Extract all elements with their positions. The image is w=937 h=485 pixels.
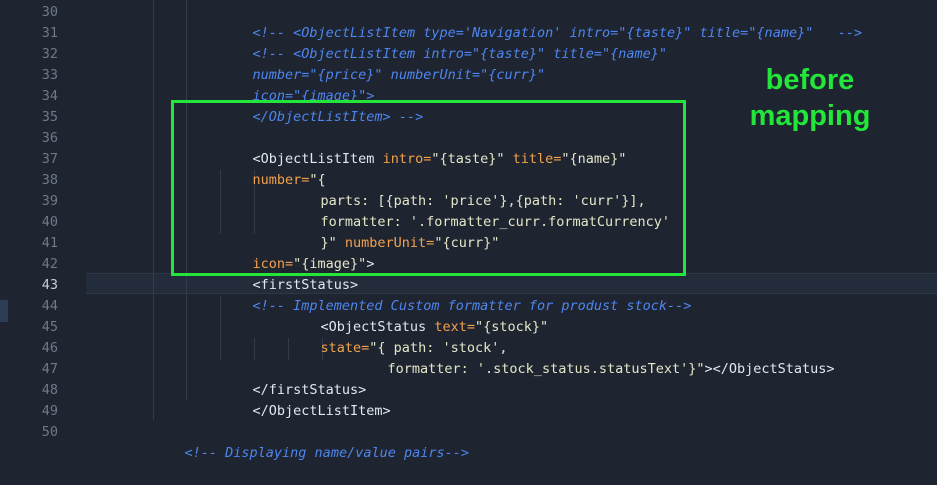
- line-number: 36: [41, 130, 58, 146]
- line-number: 41: [41, 235, 58, 251]
- annotation-line-1: before: [765, 64, 855, 96]
- line-number: 39: [41, 193, 58, 209]
- line-number: 31: [41, 25, 58, 41]
- line-number: 47: [41, 361, 58, 377]
- line-number: 42: [41, 256, 58, 272]
- line-number: 30: [41, 4, 58, 20]
- tag-token: ></ObjectStatus>: [704, 361, 835, 377]
- line-number: 37: [41, 151, 58, 167]
- line-number: 45: [41, 319, 58, 335]
- line-number: 50: [41, 424, 58, 440]
- line-number: 46: [41, 340, 58, 356]
- comment-token: <!-- Displaying name/value pairs-->: [184, 445, 469, 461]
- line-number: 34: [41, 88, 58, 104]
- line-number: 32: [41, 46, 58, 62]
- code-line-45: state="{ path: 'stock',: [288, 317, 508, 356]
- string-token: formatter: '.stock_status.statusText'}": [387, 361, 705, 377]
- code-line-46: formatter: '.stock_status.statusText'}">…: [355, 338, 835, 377]
- line-number: 33: [41, 67, 58, 83]
- code-line-31: <!-- <ObjectListItem intro="{taste}" tit…: [220, 23, 668, 62]
- code-line-48: </ObjectListItem>: [220, 380, 391, 419]
- line-number: 48: [41, 382, 58, 398]
- code-line-47: </firstStatus>: [220, 359, 367, 398]
- highlight-box: [171, 100, 686, 276]
- code-line-33: icon="{image}">: [220, 65, 375, 104]
- code-line-44: <ObjectStatus text="{stock}": [288, 296, 549, 335]
- tag-token: </ObjectListItem>: [252, 403, 391, 419]
- line-number-gutter: 30 31 32 33 34 35 36 37 38 39 40 41 42 4…: [8, 0, 66, 440]
- line-number: 35: [41, 109, 58, 125]
- code-line-43: <!-- Implemented Custom formatter for pr…: [220, 275, 692, 314]
- code-line-50: <!-- Displaying name/value pairs-->: [152, 422, 469, 461]
- annotation-label: before mapping: [735, 62, 885, 134]
- scroll-marker: [0, 300, 8, 322]
- annotation-line-2: mapping: [749, 100, 871, 132]
- code-line-30: <!-- <ObjectListItem type='Navigation' i…: [220, 2, 863, 41]
- line-number: 38: [41, 172, 58, 188]
- code-line-32: number="{price}" numberUnit="{curr}": [220, 44, 546, 83]
- line-number-active: 43: [41, 277, 58, 293]
- activity-strip: [0, 0, 8, 437]
- line-number: 44: [41, 298, 58, 314]
- line-number: 40: [41, 214, 58, 230]
- line-number: 49: [41, 403, 58, 419]
